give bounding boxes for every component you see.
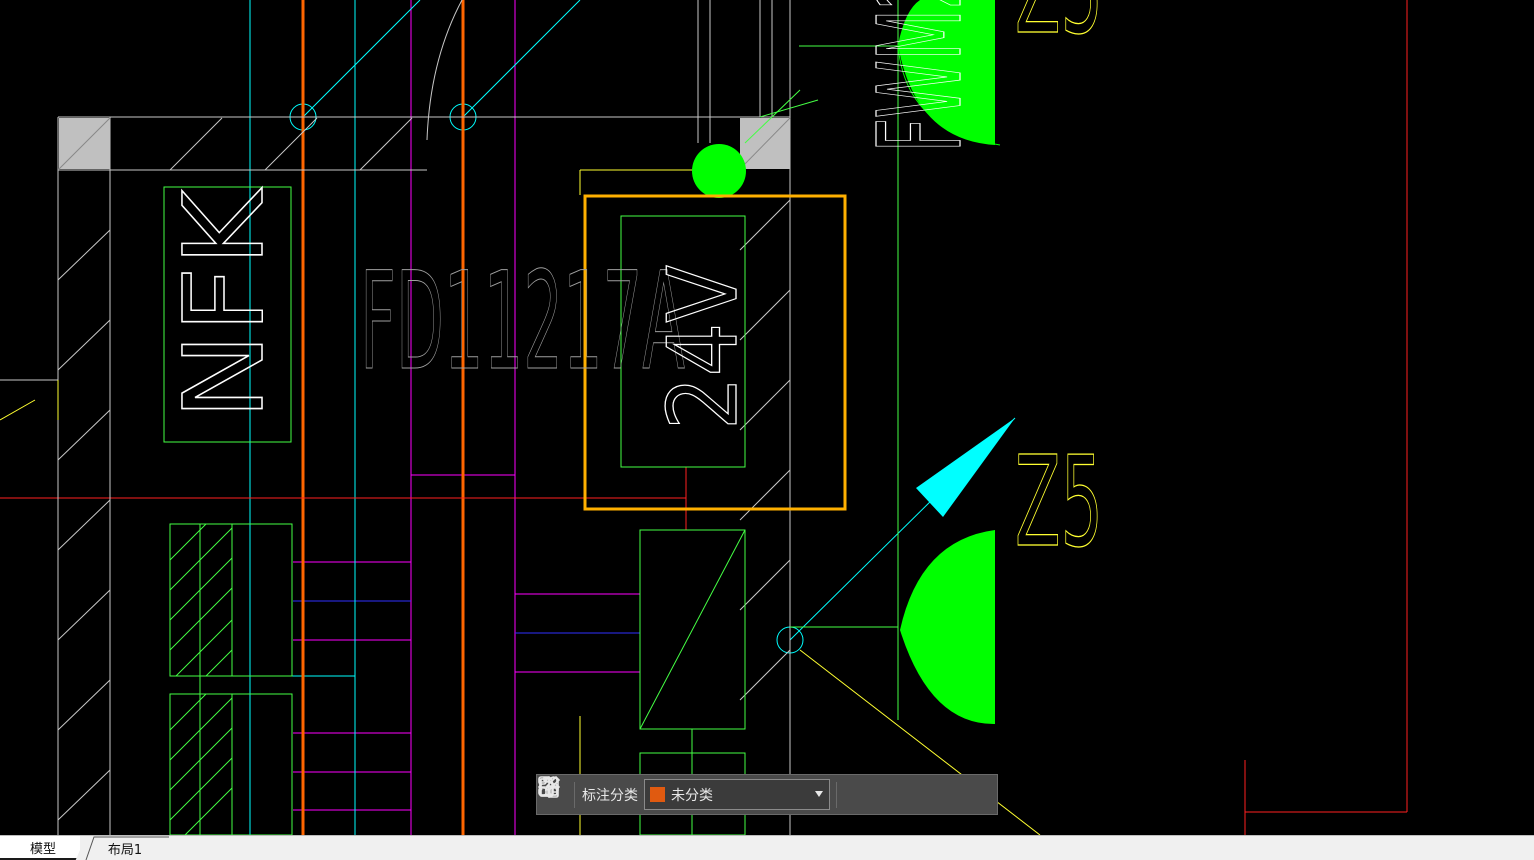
label-24v: 24V: [649, 265, 759, 430]
label-fwm: FWM2: [854, 0, 988, 152]
paste-icon[interactable]: [539, 776, 976, 812]
tab-model[interactable]: 模型: [0, 836, 86, 860]
green-half-disc-bottom: [900, 530, 995, 725]
blue-lines: [293, 600, 640, 634]
orange-lines: [301, 0, 465, 835]
edit-icon[interactable]: [540, 775, 874, 812]
chevron-down-icon: [815, 791, 823, 797]
toolbar-separator: [836, 781, 837, 808]
cad-drawing-canvas[interactable]: NFK FD11217A 24V Z5 Z5 FWM2 标注分类 未分类: [0, 0, 1534, 835]
category-label: 标注分类: [582, 787, 638, 804]
label-fd11217a: FD11217A: [360, 243, 685, 400]
category-dropdown[interactable]: 未分类: [644, 779, 830, 810]
copy-icon[interactable]: [539, 777, 942, 812]
cyan-arrow: [916, 418, 1015, 517]
green-hatch: [169, 523, 233, 835]
cad-drawing[interactable]: NFK FD11217A 24V Z5 Z5 FWM2: [0, 0, 1534, 835]
label-nfk: NFK: [160, 187, 288, 420]
move-icon[interactable]: [537, 775, 908, 812]
tab-model-label: 模型: [29, 841, 56, 857]
annotation-toolbar: 标注分类 未分类: [536, 774, 998, 815]
tab-layout1[interactable]: 布局1: [80, 836, 170, 860]
green-node: [692, 144, 746, 198]
toolbar-separator: [574, 781, 575, 808]
category-value: 未分类: [671, 787, 713, 804]
tab-layout1-label: 布局1: [107, 842, 143, 858]
layout-tab-bar: 模型 布局1: [0, 835, 1534, 860]
magenta-lines: [293, 0, 640, 835]
label-z5-top: Z5: [1015, 0, 1103, 62]
category-color-swatch: [650, 787, 665, 802]
label-z5-bottom: Z5: [1015, 430, 1103, 575]
